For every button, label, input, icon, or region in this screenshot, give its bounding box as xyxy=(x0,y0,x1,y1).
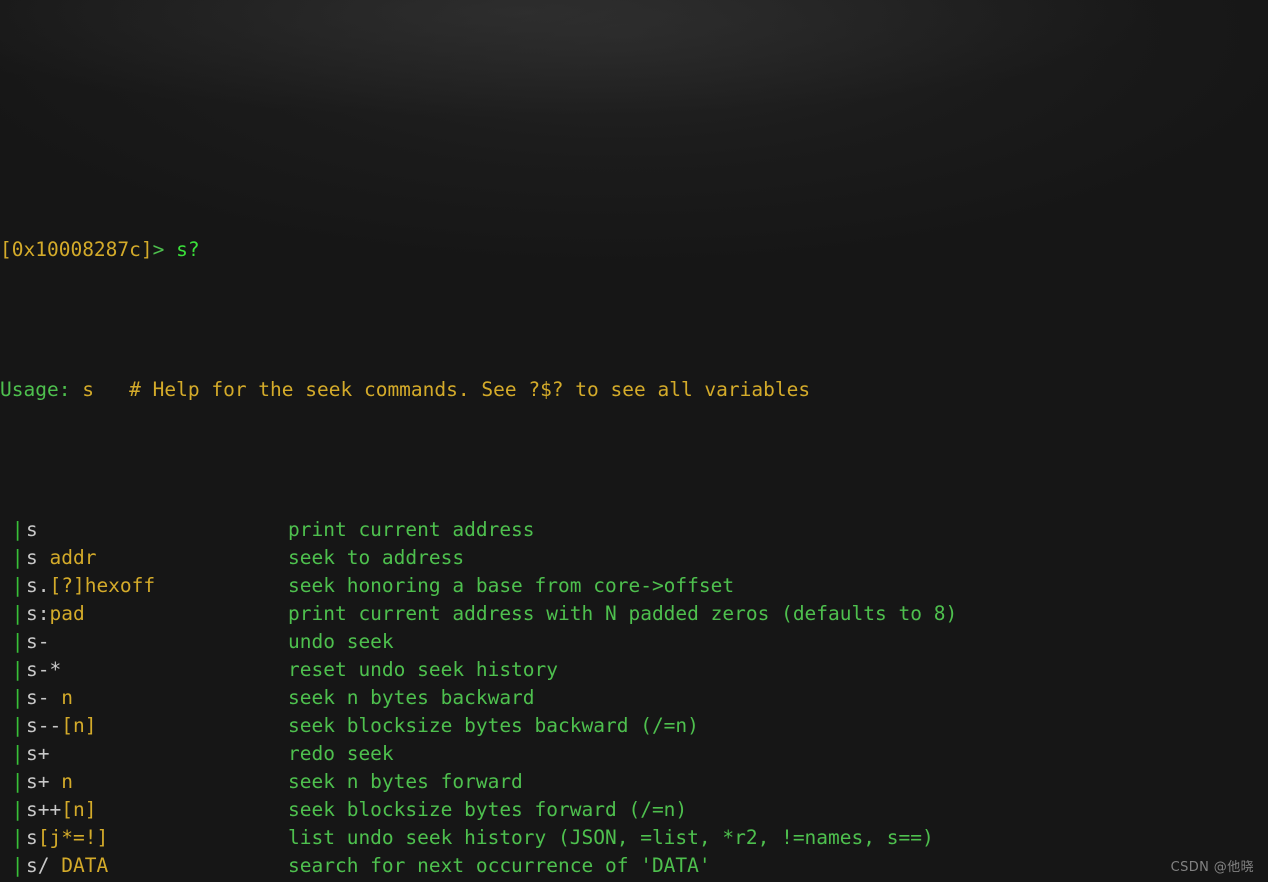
help-entry-command-cell: s/ DATA xyxy=(26,852,288,880)
help-entry-command-cell: s- n xyxy=(26,684,288,712)
help-entry-description: seek n bytes backward xyxy=(288,686,535,709)
help-entry-command-name: s+ xyxy=(26,770,61,793)
prompt-arrow-icon: > xyxy=(153,238,176,261)
help-entry-row: | s.[?]hexoffseek honoring a base from c… xyxy=(0,572,1268,600)
help-entry-row: | s[j*=!]list undo seek history (JSON, =… xyxy=(0,824,1268,852)
help-entry-row: | s++[n]seek blocksize bytes forward (/=… xyxy=(0,796,1268,824)
help-entry-command-name: s- xyxy=(26,630,49,653)
help-entry-description: seek to address xyxy=(288,546,464,569)
help-entry-description: list undo seek history (JSON, =list, *r2… xyxy=(288,826,934,849)
prompt-command-input[interactable]: s? xyxy=(176,238,199,261)
help-entry-command-name: s: xyxy=(26,602,49,625)
help-entry-description: seek blocksize bytes forward (/=n) xyxy=(288,798,687,821)
help-entry-command-cell: s- xyxy=(26,628,288,656)
help-entry-description: undo seek xyxy=(288,630,394,653)
usage-line: Usage: s # Help for the seek commands. S… xyxy=(0,376,1268,404)
help-entry-command-arg: [n] xyxy=(61,798,96,821)
prompt-address: 0x10008287c xyxy=(12,238,141,261)
help-entry-row: | s addrseek to address xyxy=(0,544,1268,572)
help-entry-command-arg: n xyxy=(61,686,73,709)
help-entry-command-cell: s--[n] xyxy=(26,712,288,740)
help-entry-command-name: s- xyxy=(26,686,61,709)
list-bullet-icon: | xyxy=(0,544,26,572)
help-entry-row: | s:padprint current address with N padd… xyxy=(0,600,1268,628)
help-entry-command-arg: [j*=!] xyxy=(38,826,108,849)
list-bullet-icon: | xyxy=(0,628,26,656)
help-entry-description: search for next occurrence of 'DATA' xyxy=(288,854,711,877)
list-bullet-icon: | xyxy=(0,600,26,628)
help-entry-row: | s-undo seek xyxy=(0,628,1268,656)
help-entry-list: | sprint current address | s addrseek to… xyxy=(0,516,1268,882)
list-bullet-icon: | xyxy=(0,852,26,880)
help-entry-command-name: s-* xyxy=(26,658,61,681)
csdn-watermark: CSDN @他晓 xyxy=(1171,856,1254,875)
list-bullet-icon: | xyxy=(0,516,26,544)
help-entry-row: | s+ nseek n bytes forward xyxy=(0,768,1268,796)
prompt-line[interactable]: [0x10008287c]> s? xyxy=(0,236,1268,264)
help-entry-command-name: s. xyxy=(26,574,49,597)
help-entry-command-name: s xyxy=(26,826,38,849)
terminal-window[interactable]: 0x100e19a14 1 48 sym.func.100e19a14 [0x1… xyxy=(0,0,1268,882)
list-bullet-icon: | xyxy=(0,796,26,824)
help-entry-row: | s+ redo seek xyxy=(0,740,1268,768)
help-entry-command-cell: s[j*=!] xyxy=(26,824,288,852)
help-entry-row: | s- nseek n bytes backward xyxy=(0,684,1268,712)
list-bullet-icon: | xyxy=(0,712,26,740)
list-bullet-icon: | xyxy=(0,656,26,684)
scrollback-line: 0x100e19a14 1 48 sym.func.100e19a14 xyxy=(0,112,1268,124)
help-entry-command-cell: s-* xyxy=(26,656,288,684)
help-entry-command-arg: [?]hexoff xyxy=(49,574,155,597)
help-entry-command-name: s xyxy=(26,546,49,569)
help-entry-command-cell: s:pad xyxy=(26,600,288,628)
help-entry-command-cell: s xyxy=(26,516,288,544)
help-entry-description: print current address with N padded zero… xyxy=(288,602,957,625)
help-entry-command-arg: addr xyxy=(49,546,96,569)
help-entry-command-name: s++ xyxy=(26,798,61,821)
list-bullet-icon: | xyxy=(0,572,26,600)
help-entry-command-arg: n xyxy=(61,770,73,793)
prompt-close-bracket: ] xyxy=(141,238,153,261)
help-entry-description: redo seek xyxy=(288,742,394,765)
list-bullet-icon: | xyxy=(0,684,26,712)
help-entry-description: seek n bytes forward xyxy=(288,770,523,793)
help-entry-command-cell: s+ n xyxy=(26,768,288,796)
terminal-screen[interactable]: 0x100e19a14 1 48 sym.func.100e19a14 [0x1… xyxy=(0,0,1268,882)
help-entry-command-name: s+ xyxy=(26,742,49,765)
list-bullet-icon: | xyxy=(0,768,26,796)
list-bullet-icon: | xyxy=(0,824,26,852)
help-entry-row: | s-* reset undo seek history xyxy=(0,656,1268,684)
help-entry-command-cell: s+ xyxy=(26,740,288,768)
help-entry-row: | s print current address xyxy=(0,516,1268,544)
usage-description: # Help for the seek commands. See ?$? to… xyxy=(106,378,810,401)
prompt-open-bracket: [ xyxy=(0,238,12,261)
help-entry-command-arg: pad xyxy=(49,602,84,625)
help-entry-command-name: s-- xyxy=(26,714,61,737)
list-bullet-icon: | xyxy=(0,740,26,768)
usage-command: s xyxy=(70,378,105,401)
help-entry-command-name: s/ xyxy=(26,854,61,877)
help-entry-command-name: s xyxy=(26,518,38,541)
help-entry-command-cell: s++[n] xyxy=(26,796,288,824)
help-entry-description: print current address xyxy=(288,518,535,541)
help-entry-command-cell: s addr xyxy=(26,544,288,572)
help-entry-row: | s/ DATAsearch for next occurrence of '… xyxy=(0,852,1268,880)
help-entry-description: seek blocksize bytes backward (/=n) xyxy=(288,714,699,737)
help-entry-command-cell: s.[?]hexoff xyxy=(26,572,288,600)
help-entry-description: seek honoring a base from core->offset xyxy=(288,574,734,597)
help-entry-command-arg: [n] xyxy=(61,714,96,737)
help-entry-row: | s--[n]seek blocksize bytes backward (/… xyxy=(0,712,1268,740)
help-entry-description: reset undo seek history xyxy=(288,658,558,681)
help-entry-command-arg: DATA xyxy=(61,854,108,877)
usage-label: Usage: xyxy=(0,378,70,401)
